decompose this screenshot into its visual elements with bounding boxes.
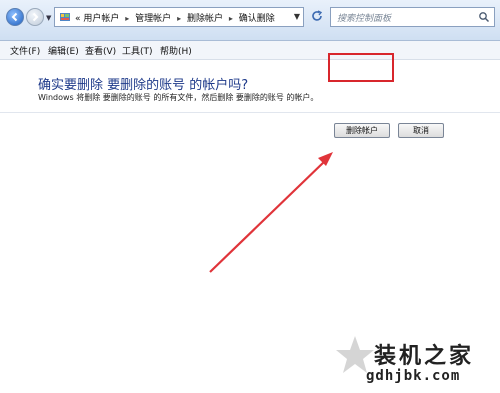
search-placeholder: 搜索控制面板	[337, 14, 392, 24]
breadcrumb-item-manage-accounts[interactable]: 管理帐户	[135, 14, 171, 24]
control-panel-icon	[60, 13, 70, 21]
watermark-url: gdhjbk.com	[366, 368, 461, 384]
breadcrumb-item-confirm-delete[interactable]: 确认删除	[239, 14, 275, 24]
divider	[0, 112, 500, 113]
navigation-bar: ▼ « 用户帐户 ▸ 管理帐户 ▸ 删除帐户 ▸ 确认删除 ▼ 搜索控制面板	[0, 0, 500, 41]
address-bar[interactable]: « 用户帐户 ▸ 管理帐户 ▸ 删除帐户 ▸ 确认删除 ▼	[54, 7, 304, 27]
menu-file[interactable]: 文件(F)	[10, 44, 40, 57]
highlight-box	[328, 53, 394, 82]
menu-bar: 文件(F) 编辑(E) 查看(V) 工具(T) 帮助(H)	[0, 41, 500, 60]
breadcrumb-separator-icon[interactable]: ▸	[177, 14, 181, 23]
breadcrumb-prefix[interactable]: «	[75, 14, 81, 24]
delete-account-button[interactable]: 删除帐户	[334, 123, 390, 138]
breadcrumb-item-user-accounts[interactable]: 用户帐户	[83, 14, 119, 24]
confirm-description: Windows 将删除 要删除的账号 的所有文件，然后删除 要删除的账号 的帐户…	[38, 93, 319, 102]
menu-view[interactable]: 查看(V)	[85, 44, 116, 57]
forward-button[interactable]	[26, 8, 44, 26]
history-dropdown-icon[interactable]: ▼	[46, 14, 51, 22]
menu-edit[interactable]: 编辑(E)	[48, 44, 79, 57]
menu-help[interactable]: 帮助(H)	[160, 44, 192, 57]
address-dropdown-icon[interactable]: ▼	[294, 12, 300, 21]
window: ▼ « 用户帐户 ▸ 管理帐户 ▸ 删除帐户 ▸ 确认删除 ▼ 搜索控制面板 文…	[0, 0, 500, 393]
forward-icon	[32, 12, 39, 22]
refresh-icon[interactable]	[310, 9, 324, 23]
watermark: 装机之家 gdhjbk.com	[334, 330, 494, 390]
search-icon[interactable]	[478, 11, 490, 23]
back-button[interactable]	[6, 8, 24, 26]
watermark-title: 装机之家	[374, 343, 475, 369]
menu-tools[interactable]: 工具(T)	[122, 44, 153, 57]
breadcrumb-separator-icon[interactable]: ▸	[229, 14, 233, 23]
confirm-heading: 确实要删除 要删除的账号 的帐户吗?	[38, 78, 249, 93]
back-icon	[11, 12, 18, 22]
cancel-button[interactable]: 取消	[398, 123, 444, 138]
breadcrumb-item-delete-account[interactable]: 删除帐户	[187, 14, 223, 24]
breadcrumb: « 用户帐户 ▸ 管理帐户 ▸ 删除帐户 ▸ 确认删除	[75, 11, 275, 24]
search-box[interactable]: 搜索控制面板	[330, 7, 495, 27]
breadcrumb-separator-icon[interactable]: ▸	[125, 14, 129, 23]
